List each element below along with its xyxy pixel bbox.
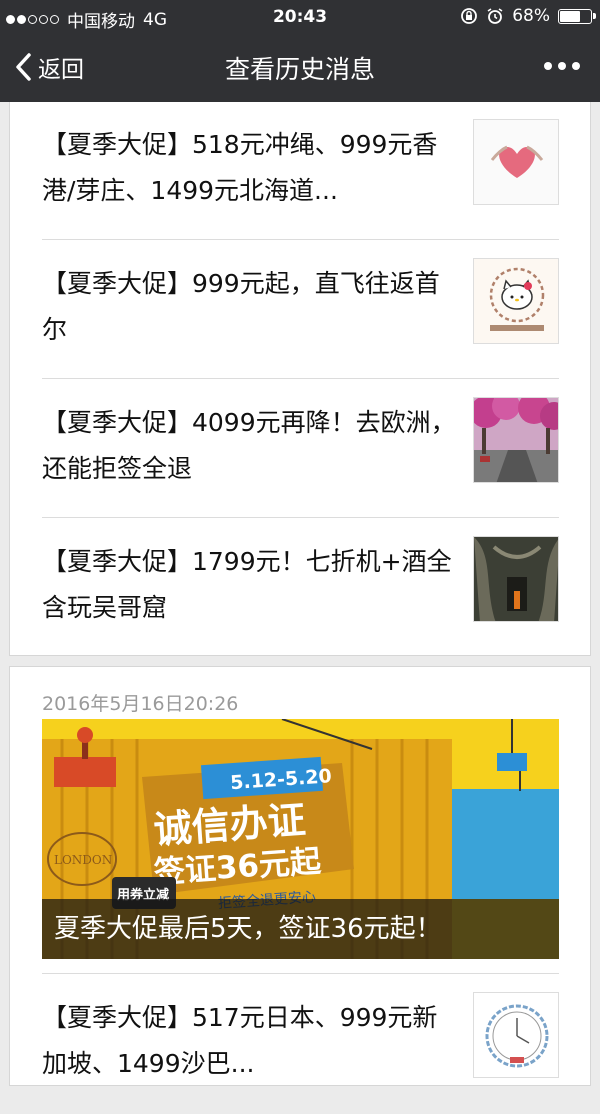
article-title: 【夏季大促】1799元！七折机+酒全含玩吴哥窟 <box>42 547 452 622</box>
article-thumbnail <box>473 992 559 1078</box>
featured-article-banner[interactable]: 5.12-5.20 诚信办证 签证36元起 拒签全退更安心 用券立减 LONDO… <box>42 719 559 959</box>
article-item[interactable]: 【夏季大促】999元起，直飞往返首尔 <box>42 241 559 380</box>
article-title: 【夏季大促】999元起，直飞往返首尔 <box>42 269 440 344</box>
status-bar: 中国移动 4G 20:43 68% <box>0 0 600 34</box>
battery-percent: 68% <box>512 6 550 26</box>
article-title: 【夏季大促】4099元再降！去欧洲，还能拒签全退 <box>42 408 456 483</box>
alarm-icon <box>487 8 503 24</box>
banner-caption: 夏季大促最后5天，签证36元起！ <box>42 899 559 959</box>
article-title: 【夏季大促】518元冲绳、999元香港/芽庄、1499元北海道... <box>42 130 438 205</box>
top-bar: 中国移动 4G 20:43 68% 返回 查看历史消息 <box>0 0 600 102</box>
page-title: 查看历史消息 <box>224 55 375 84</box>
divider <box>42 973 559 974</box>
more-dots-icon <box>544 62 552 70</box>
message-group-card: 2016年5月16日20:26 5.12-5.20 诚信办证 签证36元起 拒签… <box>9 666 591 1086</box>
article-title: 【夏季大促】517元日本、999元新加坡、1499沙巴... <box>42 1003 438 1078</box>
divider <box>42 517 559 518</box>
article-thumbnail <box>473 536 559 622</box>
more-button[interactable] <box>544 62 580 70</box>
navigation-bar: 返回 查看历史消息 <box>0 34 600 102</box>
temple-ruins-image <box>474 537 558 621</box>
article-item[interactable]: 【夏季大促】1799元！七折机+酒全含玩吴哥窟 <box>42 519 559 658</box>
clock-ring-image <box>474 993 558 1077</box>
article-item[interactable]: 【夏季大促】518元冲绳、999元香港/芽庄、1499元北海道... <box>42 102 559 241</box>
article-item[interactable]: 【夏季大促】4099元再降！去欧洲，还能拒签全退 <box>42 380 559 519</box>
rotation-lock-icon <box>461 8 478 24</box>
article-thumbnail <box>473 258 559 344</box>
blossom-street-image <box>474 398 558 482</box>
heart-hands-image <box>474 120 558 204</box>
article-thumbnail <box>473 397 559 483</box>
message-date: 2016年5月16日20:26 <box>42 693 239 715</box>
battery-icon <box>558 8 596 24</box>
divider <box>42 239 559 240</box>
banner-london-stamp: LONDON <box>54 853 112 867</box>
divider <box>42 378 559 379</box>
message-group-card: 【夏季大促】518元冲绳、999元香港/芽庄、1499元北海道... 【夏季大促… <box>9 102 591 656</box>
article-thumbnail <box>473 119 559 205</box>
hello-kitty-logo-image <box>474 259 558 343</box>
battery-fill <box>560 10 580 22</box>
article-item[interactable]: 【夏季大促】517元日本、999元新加坡、1499沙巴... <box>42 975 559 1114</box>
